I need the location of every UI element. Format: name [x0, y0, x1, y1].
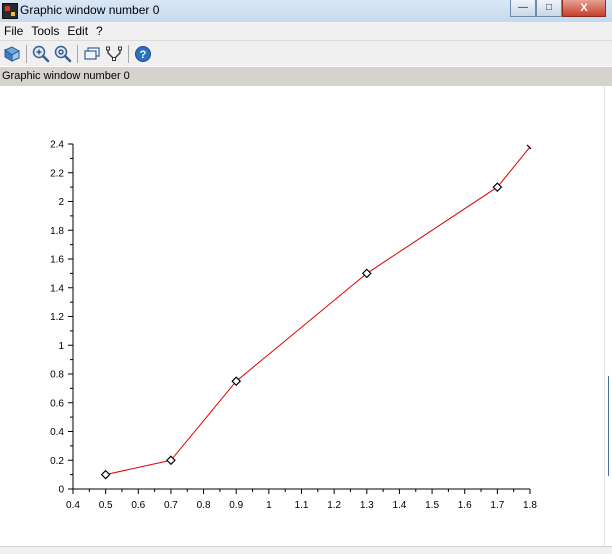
window-controls: — □ X: [510, 0, 606, 18]
zoom-out-button[interactable]: [53, 44, 73, 64]
x-tick-label: 0.4: [66, 500, 80, 511]
window-right-edge: [604, 86, 612, 546]
y-tick-label: 0.4: [50, 427, 64, 438]
plot-area[interactable]: 0.4 0.5 0.6 0.7 0.8 0.9 1 1.1 1.2 1.3 1.4 1.5 1.6 1.7…: [0, 86, 605, 546]
y-tick-label: 2: [58, 197, 64, 208]
x-tick-label: 0.5: [99, 500, 113, 511]
x-tick-label: 1.3: [360, 500, 374, 511]
info-bar: Graphic window number 0: [0, 67, 612, 86]
y-tick-label: 1.2: [50, 312, 64, 323]
help-icon: ?: [135, 45, 151, 62]
maximize-button[interactable]: □: [536, 0, 562, 17]
select-figure-icon: [84, 46, 100, 60]
zoom-in-button[interactable]: [31, 44, 51, 64]
y-tick-label: 1.6: [50, 255, 64, 266]
x-tick-label: 1.8: [523, 500, 537, 511]
graphic-window: Graphic window number 0 — □ X File Tools…: [0, 0, 612, 554]
y-tick-label: 0: [58, 485, 64, 496]
toolbar-separator: [128, 44, 129, 63]
help-button[interactable]: ?: [133, 44, 153, 64]
title-bar[interactable]: Graphic window number 0 — □ X: [0, 0, 612, 23]
x-tick-label: 0.9: [229, 500, 243, 511]
rotate-button[interactable]: [2, 44, 22, 64]
menu-tools[interactable]: Tools: [27, 24, 63, 38]
data-line: [105, 146, 531, 476]
y-tick-label: 1: [58, 341, 64, 352]
y-tick-label: 2.2: [50, 168, 64, 179]
x-tick-label: 0.8: [197, 500, 211, 511]
close-button[interactable]: X: [562, 0, 606, 17]
y-tick-label: 0.2: [50, 456, 64, 467]
x-tick-label: 1.5: [425, 500, 439, 511]
select-figure-button[interactable]: [82, 44, 102, 64]
x-tick-label: 1.1: [295, 500, 309, 511]
status-bar: [0, 546, 612, 554]
x-tick-label: 0.6: [131, 500, 145, 511]
menu-bar: File Tools Edit ?: [0, 22, 612, 40]
menu-edit[interactable]: Edit: [63, 24, 92, 38]
menu-file[interactable]: File: [0, 24, 27, 38]
datatip-button[interactable]: [104, 44, 124, 64]
data-point-marker: [100, 469, 111, 480]
zoom-in-icon: [32, 45, 50, 62]
svg-text:?: ?: [140, 49, 147, 61]
scilab-app-icon: [2, 3, 18, 19]
zoom-out-icon: [54, 45, 72, 62]
x-tick-label: 1: [266, 500, 272, 511]
toolbar-separator: [77, 44, 78, 63]
x-tick-label: 0.7: [164, 500, 178, 511]
x-tick-label: 1.7: [490, 500, 504, 511]
window-title: Graphic window number 0: [20, 3, 160, 17]
datatip-icon: [106, 46, 122, 61]
y-tick-label: 0.6: [50, 398, 64, 409]
menu-help[interactable]: ?: [92, 24, 107, 38]
rotate-icon: [3, 45, 21, 62]
line-chart: 0.4 0.5 0.6 0.7 0.8 0.9 1 1.1 1.2 1.3 1.4 1.5 1.6 1.7…: [50, 140, 537, 512]
toolbar: ?: [0, 40, 612, 66]
toolbar-separator: [26, 44, 27, 63]
x-tick-label: 1.4: [392, 500, 406, 511]
y-tick-label: 1.8: [50, 226, 64, 237]
x-tick-label: 1.2: [327, 500, 341, 511]
minimize-button[interactable]: —: [510, 0, 536, 17]
x-tick-label: 1.6: [458, 500, 472, 511]
y-tick-label: 0.8: [50, 370, 64, 381]
y-tick-label: 1.4: [50, 283, 64, 294]
y-tick-label: 2.4: [50, 140, 64, 151]
